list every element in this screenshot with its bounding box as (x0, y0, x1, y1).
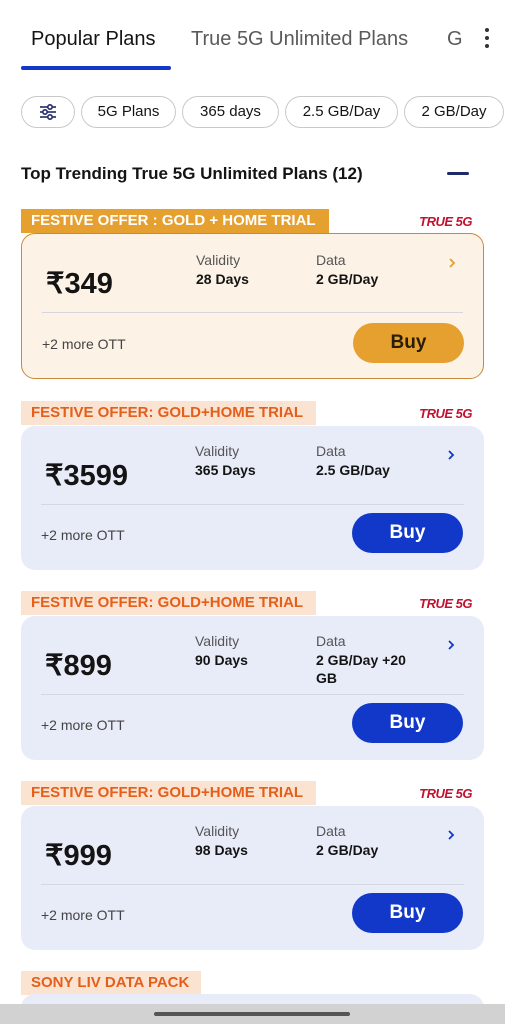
collapse-icon[interactable] (447, 172, 469, 175)
ott-text: +2 more OTT (41, 717, 125, 733)
plan-price: ₹349 (46, 268, 113, 300)
data-value: 2 GB/Day +20 GB (316, 652, 406, 686)
validity-label: Validity (195, 823, 240, 839)
filter-chips: 5G Plans 365 days 2.5 GB/Day 2 GB/Day (0, 96, 505, 130)
tab-true-5g-unlimited[interactable]: True 5G Unlimited Plans (191, 28, 408, 51)
validity-value: 90 Days (195, 652, 248, 668)
filter-chip-365-days[interactable]: 365 days (182, 96, 279, 128)
validity-value: 98 Days (195, 842, 248, 858)
data-value: 2.5 GB/Day (316, 462, 390, 478)
validity-value: 365 Days (195, 462, 256, 478)
buy-button[interactable]: Buy (352, 893, 463, 933)
tab-popular-plans[interactable]: Popular Plans (31, 28, 156, 51)
data-value: 2 GB/Day (316, 271, 379, 287)
plan-card[interactable]: ₹999 Validity 98 Days Data 2 GB/Day +2 m… (21, 806, 484, 950)
sliders-icon (40, 104, 56, 120)
active-tab-indicator (21, 66, 171, 70)
plan-tabs: Popular Plans True 5G Unlimited Plans G (0, 0, 505, 72)
validity-label: Validity (195, 443, 240, 459)
validity-value: 28 Days (196, 271, 249, 287)
section-title: Top Trending True 5G Unlimited Plans (12… (21, 164, 363, 183)
data-label: Data (316, 443, 346, 459)
validity-label: Validity (196, 252, 241, 268)
plan-price: ₹999 (45, 840, 112, 872)
chevron-right-icon[interactable] (447, 258, 457, 268)
data-value: 2 GB/Day (316, 842, 379, 858)
offer-tag: FESTIVE OFFER : GOLD + HOME TRIAL (21, 209, 329, 233)
system-nav-bar (0, 1004, 505, 1024)
divider (41, 694, 464, 695)
ott-text: +2 more OTT (41, 907, 125, 923)
buy-button[interactable]: Buy (352, 513, 463, 553)
true-5g-badge: TRUE 5G (419, 596, 472, 611)
offer-tag: SONY LIV DATA PACK (21, 971, 201, 995)
filter-chip-2gb[interactable]: 2 GB/Day (404, 96, 504, 128)
true-5g-badge: TRUE 5G (419, 406, 472, 421)
offer-tag: FESTIVE OFFER: GOLD+HOME TRIAL (21, 781, 316, 805)
filter-chip-2-5gb[interactable]: 2.5 GB/Day (285, 96, 398, 128)
divider (41, 504, 464, 505)
data-label: Data (316, 252, 346, 268)
plan-price: ₹899 (45, 650, 112, 682)
filter-button[interactable] (21, 96, 75, 128)
data-label: Data (316, 633, 346, 649)
chevron-right-icon[interactable] (446, 450, 456, 460)
ott-text: +2 more OTT (42, 336, 126, 352)
tab-next-partial[interactable]: G (447, 28, 463, 51)
more-vertical-icon[interactable] (481, 28, 493, 50)
chevron-right-icon[interactable] (446, 830, 456, 840)
home-gesture-handle[interactable] (154, 1012, 350, 1016)
plan-card[interactable]: ₹349 Validity 28 Days Data 2 GB/Day +2 m… (21, 233, 484, 379)
plan-card[interactable]: ₹3599 Validity 365 Days Data 2.5 GB/Day … (21, 426, 484, 570)
data-label: Data (316, 823, 346, 839)
true-5g-badge: TRUE 5G (419, 786, 472, 801)
divider (42, 312, 463, 313)
validity-label: Validity (195, 633, 240, 649)
chevron-right-icon[interactable] (446, 640, 456, 650)
filter-chip-5g-plans[interactable]: 5G Plans (81, 96, 176, 128)
divider (41, 884, 464, 885)
plan-card[interactable]: ₹899 Validity 90 Days Data 2 GB/Day +20 … (21, 616, 484, 760)
offer-tag: FESTIVE OFFER: GOLD+HOME TRIAL (21, 591, 316, 615)
buy-button[interactable]: Buy (353, 323, 464, 363)
buy-button[interactable]: Buy (352, 703, 463, 743)
offer-tag: FESTIVE OFFER: GOLD+HOME TRIAL (21, 401, 316, 425)
plan-price: ₹3599 (45, 460, 128, 492)
ott-text: +2 more OTT (41, 527, 125, 543)
true-5g-badge: TRUE 5G (419, 214, 472, 229)
